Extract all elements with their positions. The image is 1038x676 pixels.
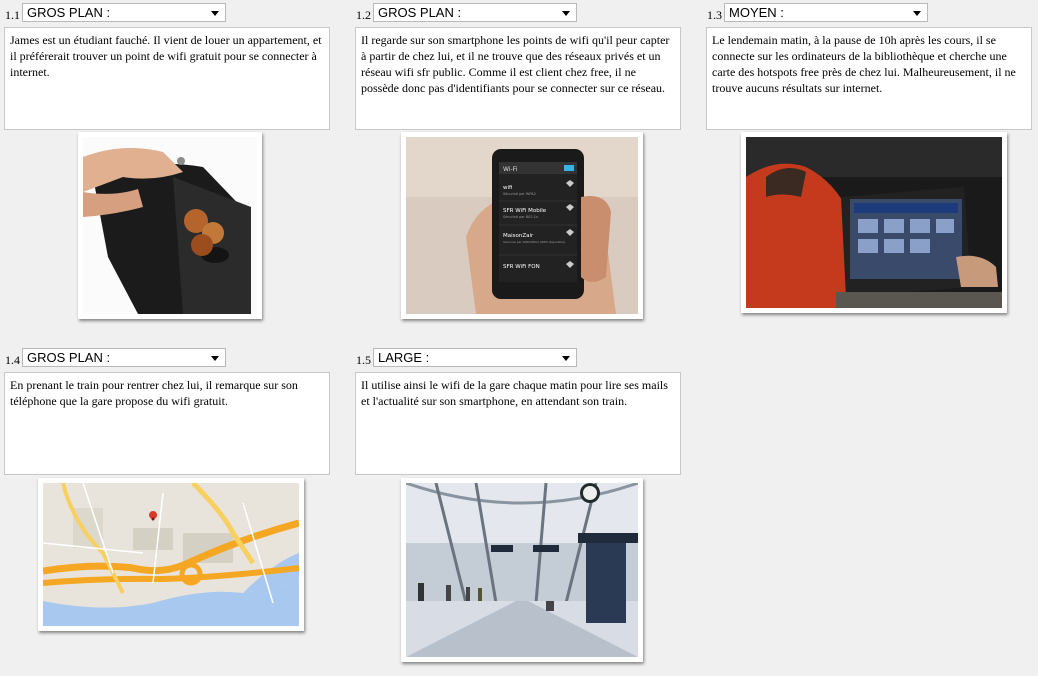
chevron-down-icon xyxy=(562,356,570,361)
chevron-down-icon xyxy=(913,11,921,16)
panel-description[interactable]: Le lendemain matin, à la pause de 10h ap… xyxy=(706,27,1032,130)
storyboard-panel-2: 1.2 GROS PLAN : Il regarde sur son smart… xyxy=(355,3,681,323)
panel-header: 1.2 GROS PLAN : xyxy=(355,3,681,25)
network-sub: Sécurisé par 802.1x xyxy=(503,215,538,219)
panel-description[interactable]: James est un étudiant fauché. Il vient d… xyxy=(4,27,330,130)
panel-number: 1.1 xyxy=(5,8,20,22)
smartphone-wifi-photo: Wi-Fi wifi Sécurisé par WPA2 SFR WiFi Mo… xyxy=(401,132,643,319)
storyboard-panel-1: 1.1 GROS PLAN : James est un étudiant fa… xyxy=(4,3,330,323)
panel-number: 1.3 xyxy=(707,8,722,22)
panel-description[interactable]: Il utilise ainsi le wifi de la gare chaq… xyxy=(355,372,681,475)
empty-wallet-photo xyxy=(78,132,262,319)
panel-number: 1.4 xyxy=(5,353,20,367)
panel-header: 1.3 MOYEN : xyxy=(706,3,1032,25)
shot-type-select[interactable]: LARGE : xyxy=(373,348,577,367)
network-name: MaisonZair xyxy=(503,233,534,239)
panel-description[interactable]: En prenant le train pour rentrer chez lu… xyxy=(4,372,330,475)
train-station-photo xyxy=(401,478,643,662)
station-map-photo xyxy=(38,478,304,631)
shot-type-value: GROS PLAN : xyxy=(27,5,111,20)
network-name: SFR WiFi Mobile xyxy=(503,208,547,214)
panel-number: 1.2 xyxy=(356,8,371,22)
shot-type-select[interactable]: GROS PLAN : xyxy=(22,3,226,22)
network-name: wifi xyxy=(503,185,513,191)
shot-type-value: GROS PLAN : xyxy=(27,350,111,365)
chevron-down-icon xyxy=(211,356,219,361)
shot-type-value: LARGE : xyxy=(378,350,430,365)
panel-header: 1.4 GROS PLAN : xyxy=(4,348,330,370)
network-name: SFR WiFi FON xyxy=(503,264,540,270)
chevron-down-icon xyxy=(211,11,219,16)
shot-type-select[interactable]: MOYEN : xyxy=(724,3,928,22)
storyboard-panel-4: 1.4 GROS PLAN : En prenant le train pour… xyxy=(4,348,330,636)
shot-type-select[interactable]: GROS PLAN : xyxy=(373,3,577,22)
chevron-down-icon xyxy=(562,11,570,16)
shot-type-select[interactable]: GROS PLAN : xyxy=(22,348,226,367)
library-laptop-photo xyxy=(741,132,1007,313)
storyboard-panel-3: 1.3 MOYEN : Le lendemain matin, à la pau… xyxy=(706,3,1032,323)
network-sub: Sécurisé par WPA2 xyxy=(503,192,536,196)
shot-type-value: GROS PLAN : xyxy=(378,5,462,20)
panel-number: 1.5 xyxy=(356,353,371,367)
panel-header: 1.1 GROS PLAN : xyxy=(4,3,330,25)
panel-description[interactable]: Il regarde sur son smartphone les points… xyxy=(355,27,681,130)
phone-header: Wi-Fi xyxy=(503,166,518,173)
storyboard-panel-5: 1.5 LARGE : Il utilise ainsi le wifi de … xyxy=(355,348,681,668)
panel-header: 1.5 LARGE : xyxy=(355,348,681,370)
shot-type-value: MOYEN : xyxy=(729,5,784,20)
network-sub: Sécurisé par WPA/WPA2 (WPS disponible) xyxy=(503,240,565,244)
